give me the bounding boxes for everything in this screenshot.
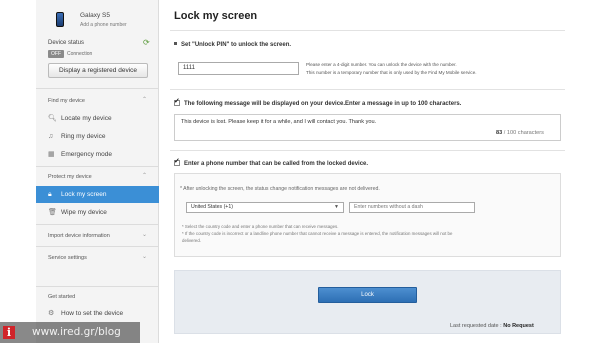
sidebar-divider (36, 166, 159, 167)
pin-note-line2: This number is a temporary number that i… (306, 70, 477, 75)
chevron-down-icon[interactable]: ⌄ (142, 231, 147, 238)
phone-fine-print-3: delivered. (182, 238, 202, 243)
ired-logo: i (3, 326, 15, 339)
last-requested-value: No Request (503, 323, 534, 329)
step-phone: Enter a phone number that can be called … (174, 157, 369, 167)
chevron-down-icon[interactable]: ⌄ (142, 253, 147, 260)
sidebar-item-label: Wipe my device (61, 209, 107, 216)
section-divider (170, 150, 565, 151)
char-count-max: 100 characters (506, 130, 544, 136)
sidebar-divider (36, 88, 159, 89)
sidebar-item-ring[interactable]: ♫ Ring my device (36, 128, 159, 145)
sidebar-item-label: Lock my screen (61, 191, 107, 198)
sidebar-item-label: Emergency mode (61, 151, 112, 158)
sidebar-item-label: How to set the device (61, 310, 124, 317)
protect-my-device-title[interactable]: Protect my device (48, 174, 92, 180)
device-name: Galaxy S5 (80, 12, 110, 19)
sidebar-item-label: Locate my device (61, 115, 112, 122)
last-requested-date: Last requested date : No Request (450, 323, 534, 329)
service-settings-title[interactable]: Service settings (48, 255, 87, 261)
sidebar-divider (36, 224, 159, 225)
sidebar-item-locate[interactable]: 🔍︎ Locate my device (36, 110, 159, 127)
phone-fine-print-2: * If the country code is incorrect or a … (182, 231, 453, 236)
section-divider (170, 89, 565, 90)
lock-icon: 🔒︎ (48, 191, 52, 198)
pin-note-line1: Please enter a 4-digit number. You can u… (306, 62, 457, 67)
sidebar-item-emergency[interactable]: ▦ Emergency mode (36, 146, 159, 163)
connection-label: Connection (67, 51, 93, 57)
add-phone-number-link[interactable]: Add a phone number (80, 22, 127, 28)
connection-status-badge: OFF (48, 50, 64, 58)
phone-fine-print-1: * Select the country code and enter a ph… (182, 224, 339, 229)
get-started-title: Get started (48, 294, 76, 300)
music-note-icon: ♫ (48, 133, 54, 140)
sidebar-divider (36, 246, 159, 247)
message-text: This device is lost. Please keep it for … (181, 119, 377, 125)
bullet-icon (174, 42, 177, 45)
sidebar-item-label: Ring my device (61, 133, 106, 140)
emergency-icon: ▦ (48, 151, 55, 158)
phone-checkbox[interactable] (174, 157, 180, 166)
step-unlock-pin: Set "Unlock PIN" to unlock the screen. (174, 42, 291, 48)
chevron-up-icon[interactable]: ⌃ (142, 172, 147, 179)
step-message: The following message will be displayed … (174, 97, 462, 107)
phone-note: * After unlocking the screen, the status… (180, 186, 380, 192)
sidebar-item-wipe[interactable]: 🗑︎ Wipe my device (36, 204, 159, 221)
unlock-pin-input[interactable]: 1111 (178, 62, 299, 75)
device-status-title: Device status (48, 40, 85, 46)
message-checkbox[interactable] (174, 97, 180, 106)
display-registered-device-button[interactable]: Display a registered device (48, 63, 148, 78)
search-icon: 🔍︎ (48, 115, 57, 122)
sidebar-divider (36, 286, 159, 287)
last-requested-label: Last requested date (450, 323, 499, 329)
phone-number-input[interactable]: Enter numbers without a dash (349, 202, 475, 213)
title-divider (170, 30, 565, 31)
step-phone-label: Enter a phone number that can be called … (184, 161, 369, 167)
refresh-icon[interactable]: ⟳ (143, 38, 150, 47)
chevron-up-icon[interactable]: ⌃ (142, 96, 147, 103)
country-code-select[interactable]: United States (+1) ▼ (186, 202, 344, 213)
gear-icon: ⚙ (48, 310, 55, 317)
message-char-count: 83 / 100 characters (496, 130, 544, 136)
device-summary: Galaxy S5 Add a phone number (36, 6, 159, 34)
country-code-value: United States (+1) (191, 204, 233, 210)
watermark-text: www.ired.gr/blog (32, 326, 121, 338)
page-title: Lock my screen (174, 10, 258, 22)
lock-button[interactable]: Lock (318, 287, 417, 303)
phone-icon (56, 12, 64, 27)
find-my-device-title[interactable]: Find my device (48, 98, 85, 104)
import-device-information-title[interactable]: Import device information (48, 233, 110, 239)
chevron-down-icon: ▼ (334, 204, 339, 210)
step-unlock-pin-label: Set "Unlock PIN" to unlock the screen. (181, 42, 292, 48)
step-message-label: The following message will be displayed … (184, 101, 462, 107)
trash-icon: 🗑︎ (48, 209, 57, 216)
sidebar-item-lock-screen[interactable]: 🔒︎ Lock my screen (36, 186, 159, 203)
sidebar-item-how-to[interactable]: ⚙ How to set the device (36, 305, 159, 322)
